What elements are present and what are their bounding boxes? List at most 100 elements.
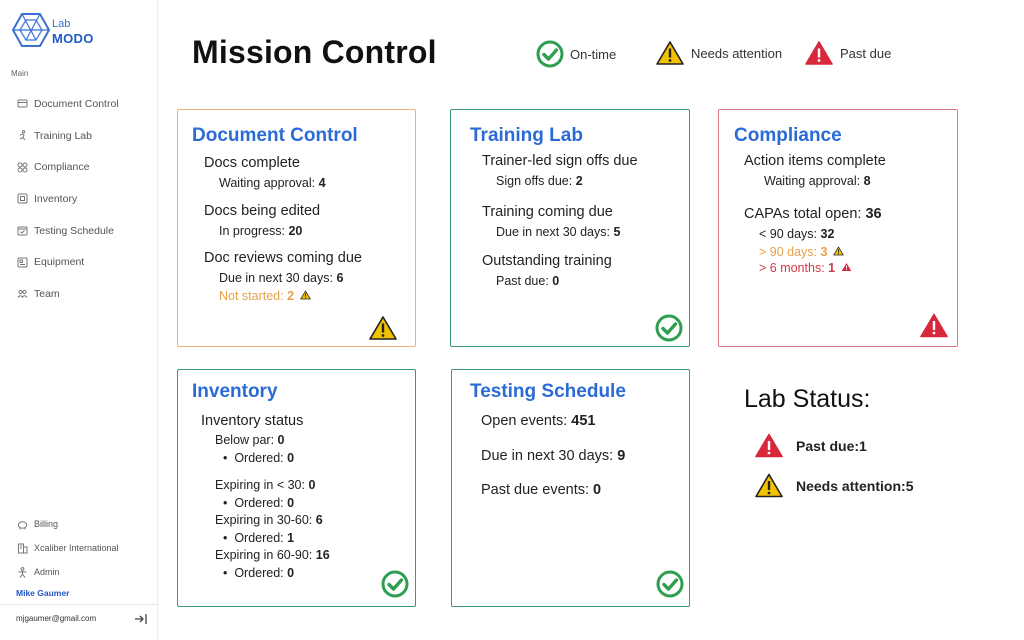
sidebar-item-label: Billing — [34, 519, 59, 529]
ordered-row: • Ordered: 0 — [223, 451, 295, 465]
box-icon — [17, 193, 28, 204]
sidebar-item-label: Testing Schedule — [34, 224, 114, 237]
card-title[interactable]: Compliance — [734, 125, 842, 147]
sidebar-item-training-lab[interactable]: Training Lab — [0, 120, 158, 152]
main-nav: Document Control Training Lab Compliance… — [0, 88, 158, 310]
card-document-control[interactable]: Document Control Docs complete Waiting a… — [177, 109, 416, 347]
due-30-row: Due in next 30 days: 9 — [481, 448, 626, 464]
legend-label: On-time — [570, 46, 617, 62]
card-title[interactable]: Training Lab — [470, 125, 583, 147]
sidebar-item-label: Xcaliber International — [34, 543, 119, 553]
lab-status-past-due: Past due: 1 — [754, 432, 867, 459]
bottom-nav: Billing Xcaliber International Admin — [0, 512, 158, 584]
sidebar-item-billing[interactable]: Billing — [0, 512, 158, 536]
sidebar-item-testing-schedule[interactable]: Testing Schedule — [0, 215, 158, 247]
grid-icon — [17, 162, 28, 173]
logo-text-modo: MODO — [52, 31, 94, 46]
ordered-row: • Ordered: 0 — [223, 566, 295, 580]
ordered-row: • Ordered: 0 — [223, 496, 295, 510]
warning-triangle-icon — [833, 246, 844, 256]
equipment-icon — [17, 257, 28, 268]
sidebar-item-label: Admin — [34, 567, 60, 577]
docs-edited-label: Docs being edited — [204, 203, 321, 219]
gt6m-row: > 6 months: 1 — [759, 261, 852, 275]
app-logo[interactable]: Lab MODO — [12, 12, 94, 52]
sidebar-item-organization[interactable]: Xcaliber International — [0, 536, 158, 560]
in-progress-row: In progress: 20 — [219, 224, 303, 238]
expiring-30-60-row: Expiring in 30-60: 6 — [215, 513, 323, 527]
action-items-label: Action items complete — [744, 153, 886, 169]
logout-icon[interactable] — [134, 612, 148, 626]
check-circle-icon — [381, 570, 409, 598]
warning-triangle-icon — [755, 473, 783, 498]
card-title[interactable]: Document Control — [192, 125, 358, 147]
check-circle-icon — [655, 314, 683, 342]
below-par-row: Below par: 0 — [215, 433, 285, 447]
logo-text-lab: Lab — [52, 18, 71, 30]
team-icon — [17, 288, 28, 299]
alert-triangle-icon — [805, 41, 833, 65]
card-title[interactable]: Testing Schedule — [470, 381, 626, 403]
gt90-row: > 90 days: 3 — [759, 245, 844, 259]
warning-triangle-icon — [299, 290, 311, 300]
legend-label: Needs attention — [691, 45, 783, 61]
due-30-row: Due in next 30 days: 6 — [219, 271, 344, 285]
runner-icon — [17, 130, 28, 141]
legend-past-due: Past due — [804, 40, 891, 66]
warning-triangle-icon — [656, 41, 684, 65]
nav-section-label: Main — [11, 69, 29, 78]
document-icon — [17, 98, 28, 109]
user-name[interactable]: Mike Gaumer — [16, 588, 69, 598]
alert-triangle-icon — [755, 433, 783, 458]
sidebar-item-compliance[interactable]: Compliance — [0, 151, 158, 183]
warning-triangle-icon — [369, 316, 397, 340]
lt90-row: < 90 days: 32 — [759, 227, 835, 241]
admin-icon — [17, 566, 28, 578]
past-due-events-row: Past due events: 0 — [481, 482, 602, 498]
sidebar-item-admin[interactable]: Admin — [0, 560, 158, 584]
waiting-approval-row: Waiting approval: 4 — [219, 176, 326, 190]
card-title[interactable]: Inventory — [192, 381, 278, 403]
sidebar-item-label: Compliance — [34, 161, 90, 174]
sidebar-item-label: Inventory — [34, 192, 78, 205]
capas-row: CAPAs total open: 36 — [744, 206, 882, 222]
alert-triangle-icon — [841, 262, 851, 272]
sidebar-item-label: Training Lab — [34, 129, 92, 142]
signoffs-due-label: Trainer-led sign offs due — [482, 153, 638, 169]
sidebar-item-document-control[interactable]: Document Control — [0, 88, 158, 120]
sidebar-item-label: Team — [34, 287, 60, 300]
legend-label: Past due — [840, 45, 892, 61]
due-30-row: Due in next 30 days: 5 — [496, 225, 621, 239]
user-email: mjgaumer@gmail.com — [16, 614, 97, 623]
training-due-label: Training coming due — [482, 204, 613, 220]
past-due-row: Past due: 0 — [496, 274, 560, 288]
alert-triangle-icon — [920, 313, 948, 338]
card-inventory[interactable]: Inventory Inventory status Below par: 0 … — [177, 369, 416, 607]
sidebar-item-team[interactable]: Team — [0, 278, 158, 310]
lab-status-needs-attention: Needs attention: 5 — [754, 472, 913, 499]
legend-needs-attention: Needs attention — [655, 40, 782, 66]
expiring-60-90-row: Expiring in 60-90: 16 — [215, 548, 330, 562]
open-events-row: Open events: 451 — [481, 413, 596, 429]
card-training-lab[interactable]: Training Lab Trainer-led sign offs due S… — [450, 109, 690, 347]
reviews-due-label: Doc reviews coming due — [204, 250, 362, 266]
building-icon — [17, 543, 28, 554]
sidebar-item-equipment[interactable]: Equipment — [0, 246, 158, 278]
sidebar-item-label: Document Control — [34, 97, 119, 110]
sidebar-item-label: Equipment — [34, 256, 85, 269]
hexagon-logo-icon — [12, 13, 50, 47]
page-title: Mission Control — [192, 34, 437, 70]
check-circle-icon — [536, 40, 564, 68]
inventory-status-label: Inventory status — [201, 413, 304, 429]
card-compliance[interactable]: Compliance Action items complete Waiting… — [718, 109, 958, 347]
docs-complete-label: Docs complete — [204, 155, 300, 171]
signoffs-row: Sign offs due: 2 — [496, 174, 583, 188]
lab-status-title: Lab Status: — [744, 385, 871, 413]
waiting-approval-row: Waiting approval: 8 — [764, 174, 871, 188]
legend-on-time: On-time — [536, 40, 616, 68]
sidebar-item-inventory[interactable]: Inventory — [0, 183, 158, 215]
sidebar: Lab MODO Main Document Control Training … — [0, 0, 158, 640]
ordered-row: • Ordered: 1 — [223, 531, 295, 545]
card-testing-schedule[interactable]: Testing Schedule Open events: 451 Due in… — [451, 369, 690, 607]
user-row: mjgaumer@gmail.com — [0, 604, 158, 632]
